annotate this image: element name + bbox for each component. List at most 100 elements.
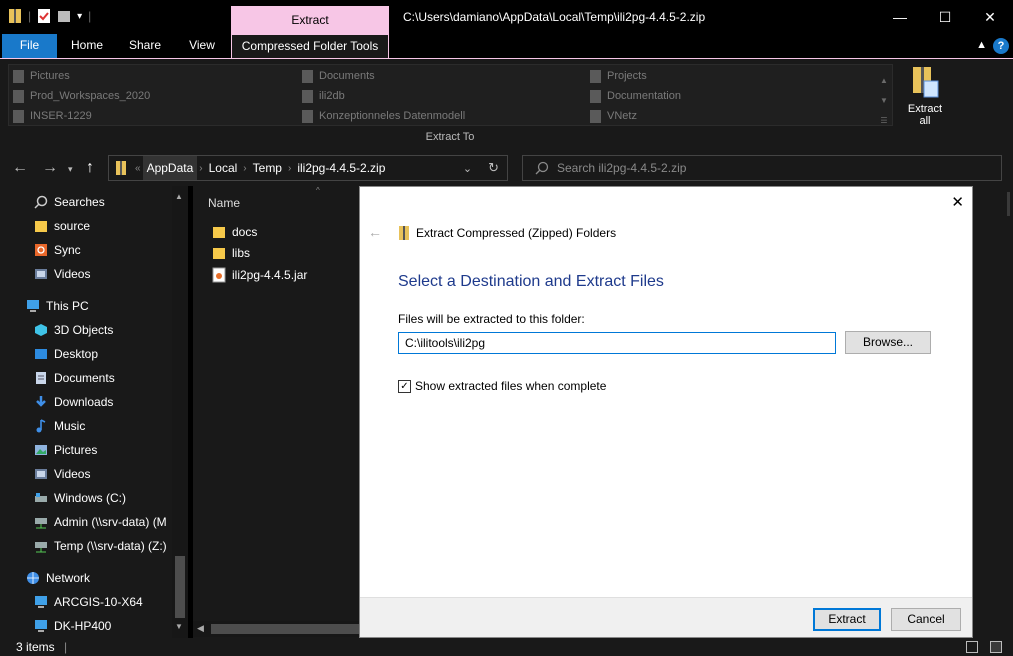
- nav-item-pictures[interactable]: Pictures: [34, 440, 97, 460]
- chevron-right-icon[interactable]: ›: [286, 163, 293, 174]
- gallery-item[interactable]: VNetz: [590, 107, 637, 125]
- customize-qat-icon[interactable]: ▾: [77, 11, 82, 22]
- nav-item-admin-m[interactable]: Admin (\\srv-data) (M: [34, 512, 167, 532]
- folder-icon: [590, 109, 601, 123]
- search-placeholder: Search ili2pg-4.4.5-2.zip: [557, 161, 687, 175]
- nav-item-desktop[interactable]: Desktop: [34, 344, 98, 364]
- nav-item-temp-z[interactable]: Temp (\\srv-data) (Z:): [34, 536, 167, 556]
- tab-compressed-folder-tools[interactable]: Compressed Folder Tools: [231, 34, 389, 58]
- desktop-icon: [34, 347, 48, 361]
- collapse-ribbon-icon[interactable]: ▲: [976, 39, 987, 51]
- maximize-button[interactable]: ☐: [925, 4, 965, 30]
- nav-item-downloads[interactable]: Downloads: [34, 392, 113, 412]
- folder-icon: [212, 225, 226, 239]
- tab-file[interactable]: File: [2, 34, 57, 58]
- tab-home[interactable]: Home: [62, 34, 112, 58]
- nav-item-3d-objects[interactable]: 3D Objects: [34, 320, 113, 340]
- details-view-icon[interactable]: [966, 641, 978, 653]
- cancel-button[interactable]: Cancel: [891, 608, 961, 631]
- nav-item-searches[interactable]: Searches: [34, 192, 105, 212]
- address-bar[interactable]: « AppData › Local › Temp › ili2pg-4.4.5-…: [108, 155, 508, 181]
- gallery-scroll[interactable]: ▲ ▼ ☰: [877, 71, 891, 131]
- documents-icon: [302, 69, 313, 83]
- nav-item-videos-pc[interactable]: Videos: [34, 464, 90, 484]
- extract-to-gallery: Pictures Prod_Workspaces_2020 INSER-1229…: [8, 64, 893, 126]
- close-button[interactable]: ✕: [970, 4, 1010, 30]
- scroll-left-icon[interactable]: ◀: [197, 623, 204, 634]
- scroll-thumb[interactable]: [211, 624, 359, 634]
- gallery-up-icon[interactable]: ▲: [877, 71, 891, 91]
- browse-button[interactable]: Browse...: [845, 331, 931, 354]
- zip-folder-icon: [115, 160, 127, 176]
- java-jar-icon: [212, 267, 226, 283]
- back-arrow-icon[interactable]: ←: [12, 159, 28, 177]
- scroll-thumb[interactable]: [175, 556, 185, 618]
- gallery-item[interactable]: Prod_Workspaces_2020: [13, 87, 150, 105]
- properties-icon[interactable]: [37, 8, 51, 24]
- nav-item-windows-c[interactable]: Windows (C:): [34, 488, 126, 508]
- overflow-icon[interactable]: «: [133, 163, 143, 174]
- nav-item-videos[interactable]: Videos: [34, 264, 90, 284]
- large-icons-view-icon[interactable]: [990, 641, 1002, 653]
- checkbox[interactable]: ✓: [398, 379, 411, 393]
- gallery-item[interactable]: Documentation: [590, 87, 681, 105]
- nav-item-network[interactable]: Network: [26, 568, 90, 588]
- extract-button[interactable]: Extract: [813, 608, 881, 631]
- horizontal-scrollbar[interactable]: ◀: [193, 621, 363, 637]
- help-icon[interactable]: ?: [993, 38, 1009, 54]
- extract-all-button[interactable]: Extract all: [902, 63, 948, 127]
- scroll-up-icon[interactable]: ▲: [175, 192, 183, 201]
- extract-dialog: ✕ ← Extract Compressed (Zipped) Folders …: [359, 186, 973, 638]
- refresh-icon[interactable]: ↻: [480, 160, 507, 176]
- gallery-item[interactable]: Pictures: [13, 67, 70, 85]
- recent-locations-icon[interactable]: ▾: [68, 164, 73, 175]
- nav-item-source[interactable]: source: [34, 216, 90, 236]
- scroll-thumb[interactable]: [1007, 192, 1010, 216]
- gallery-more-icon[interactable]: ☰: [877, 111, 891, 131]
- drive-icon: [34, 491, 48, 505]
- file-row[interactable]: ili2pg-4.4.5.jar: [212, 265, 307, 285]
- nav-scrollbar[interactable]: ▲ ▼: [172, 186, 188, 638]
- zip-folder-icon: [8, 8, 22, 24]
- file-row[interactable]: docs: [212, 222, 257, 242]
- gallery-item[interactable]: Documents: [302, 67, 375, 85]
- gallery-item[interactable]: ili2db: [302, 87, 345, 105]
- dialog-heading: Select a Destination and Extract Files: [398, 273, 664, 290]
- back-arrow-icon[interactable]: ←: [368, 224, 382, 240]
- file-row[interactable]: libs: [212, 243, 250, 263]
- gallery-item[interactable]: Konzeptionneles Datenmodell: [302, 107, 465, 125]
- column-header-name[interactable]: Name: [208, 196, 240, 210]
- breadcrumb[interactable]: AppData: [142, 156, 198, 180]
- nav-item-arcgis[interactable]: ARCGIS-10-X64: [34, 592, 143, 612]
- destination-input[interactable]: C:\ilitools\ili2pg: [398, 332, 836, 354]
- folder-icon: [302, 89, 313, 103]
- nav-item-this-pc[interactable]: This PC: [26, 296, 89, 316]
- new-folder-icon[interactable]: [57, 8, 71, 24]
- scroll-down-icon[interactable]: ▼: [175, 622, 183, 631]
- tab-view[interactable]: View: [178, 34, 226, 58]
- chevron-down-icon[interactable]: ⌄: [455, 162, 480, 175]
- show-files-checkbox-row[interactable]: ✓ Show extracted files when complete: [398, 379, 606, 393]
- up-arrow-icon[interactable]: ↑: [86, 159, 94, 177]
- forward-arrow-icon[interactable]: →: [42, 159, 58, 177]
- chevron-right-icon[interactable]: ›: [241, 163, 248, 174]
- breadcrumb[interactable]: Temp: [249, 156, 286, 180]
- navigation-pane: Searches source Sync Videos This PC 3D O…: [0, 186, 188, 638]
- gallery-down-icon[interactable]: ▼: [877, 91, 891, 111]
- tab-share[interactable]: Share: [120, 34, 170, 58]
- window-title: C:\Users\damiano\AppData\Local\Temp\ili2…: [403, 10, 706, 24]
- breadcrumb[interactable]: Local: [205, 156, 242, 180]
- nav-item-documents[interactable]: Documents: [34, 368, 115, 388]
- nav-item-sync[interactable]: Sync: [34, 240, 81, 260]
- search-input[interactable]: Search ili2pg-4.4.5-2.zip: [522, 155, 1002, 181]
- network-icon: [26, 571, 40, 585]
- gallery-item[interactable]: Projects: [590, 67, 647, 85]
- nav-item-dk-hp400[interactable]: DK-HP400: [34, 616, 111, 636]
- breadcrumb[interactable]: ili2pg-4.4.5-2.zip: [293, 156, 389, 180]
- chevron-right-icon[interactable]: ›: [197, 163, 204, 174]
- minimize-button[interactable]: —: [880, 4, 920, 30]
- close-icon[interactable]: ✕: [951, 193, 964, 211]
- gallery-item[interactable]: INSER-1229: [13, 107, 92, 125]
- details-strip: [973, 186, 1013, 638]
- nav-item-music[interactable]: Music: [34, 416, 85, 436]
